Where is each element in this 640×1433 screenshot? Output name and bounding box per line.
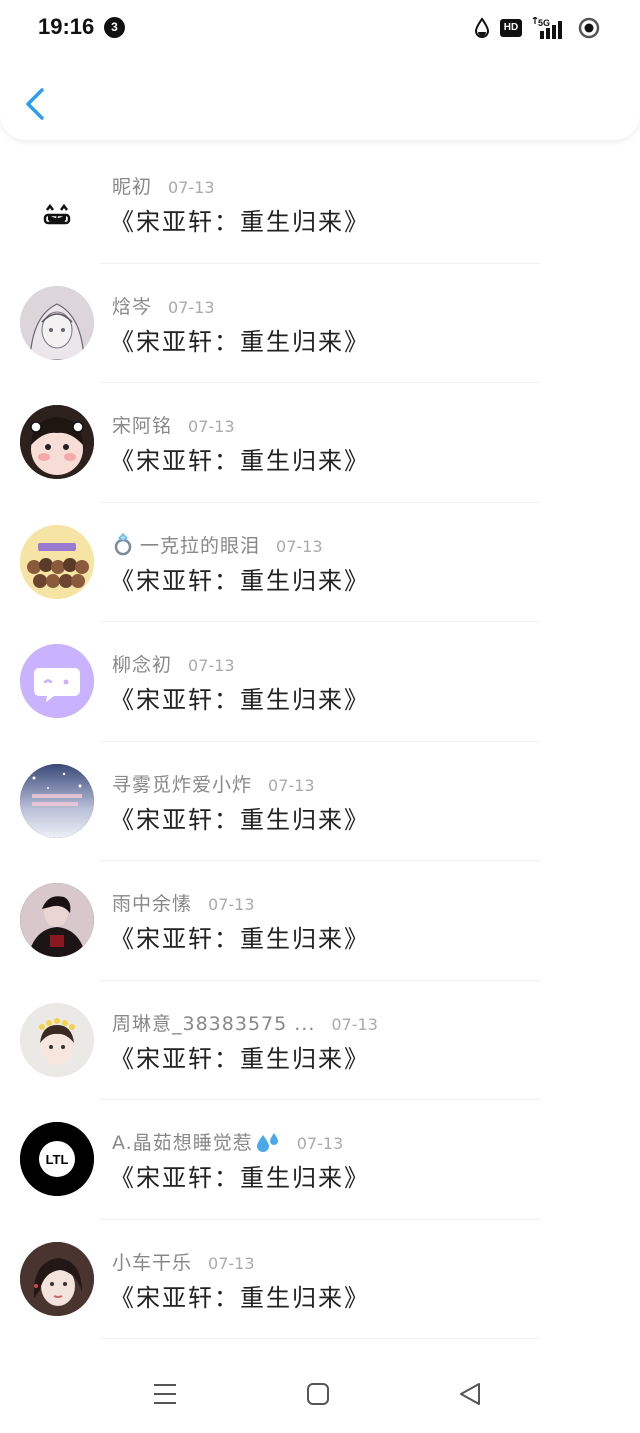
status-time: 19:16 — [38, 14, 95, 39]
list-item[interactable]: 小车干乐 07-13 《宋亚轩：重生归来》 — [0, 1220, 640, 1339]
hd-badge: HD — [500, 19, 522, 37]
sender-line: 寻雾觅炸爱小炸 07-13 — [112, 770, 315, 797]
sender-line: 昵初 07-13 — [112, 172, 215, 199]
message-date: 07-13 — [168, 297, 215, 317]
list-item[interactable]: LTL A.晶茹想睡觉惹 07-13 《宋亚轩：重生归来》 — [0, 1100, 640, 1220]
message-text: 《宋亚轩：重生归来》 — [110, 1164, 370, 1192]
group-cartoon-image — [20, 524, 94, 599]
avatar[interactable] — [20, 644, 94, 718]
message-date: 07-13 — [331, 1014, 378, 1034]
sender-line: 周琳意_38383575 ... 07-13 — [112, 1009, 378, 1036]
menu-icon — [154, 1384, 176, 1404]
message-date: 07-13 — [168, 178, 215, 197]
sender-name: 柳念初 — [112, 654, 173, 676]
message-text: 《宋亚轩：重生归来》 — [110, 447, 370, 475]
message-date: 07-13 — [188, 417, 235, 436]
list-item[interactable]: 寻雾觅炸爱小炸 07-13 《宋亚轩：重生归来》 — [0, 742, 640, 861]
list-item[interactable]: 周琳意_38383575 ... 07-13 《宋亚轩：重生归来》 — [0, 981, 640, 1100]
avatar[interactable] — [20, 883, 94, 957]
sender-name: 焓岑 — [112, 295, 153, 318]
avatar[interactable] — [20, 1241, 94, 1316]
avatar[interactable] — [20, 524, 94, 599]
sender-line: A.晶茹想睡觉惹 07-13 — [112, 1128, 343, 1155]
sender-name: A.晶茹想睡觉惹 — [112, 1132, 253, 1154]
sender-name: 昵初 — [112, 176, 153, 198]
sender-name: 宋阿铭 — [112, 415, 173, 437]
avatar[interactable] — [20, 763, 94, 838]
chevron-left-icon — [26, 88, 44, 120]
system-nav-bar — [0, 1350, 640, 1433]
avatar[interactable] — [20, 1002, 94, 1077]
sender-line: 焓岑 07-13 — [112, 292, 215, 319]
message-text: 《宋亚轩：重生归来》 — [110, 925, 370, 953]
sketch-girl-image — [20, 285, 94, 360]
status-icons: HD 5G — [474, 14, 600, 42]
list-item[interactable]: 昵初 07-13 《宋亚轩：重生归来》 — [0, 144, 640, 264]
message-text: 《宋亚轩：重生归来》 — [110, 1283, 370, 1312]
message-text: 《宋亚轩：重生归来》 — [110, 686, 370, 714]
divider — [100, 1338, 540, 1339]
chat-bubble-icon — [20, 644, 94, 718]
list-item[interactable]: 焓岑 07-13 《宋亚轩：重生归来》 — [0, 264, 640, 383]
sweat-drops-icon — [256, 1133, 278, 1152]
list-item[interactable]: 柳念初 07-13 《宋亚轩：重生归来》 — [0, 622, 640, 742]
notification-count-badge: 3 — [104, 17, 125, 38]
girl-portrait-image — [20, 1241, 94, 1316]
back-button[interactable] — [20, 84, 52, 124]
sender-line: 柳念初 07-13 — [112, 650, 235, 677]
sender-line: 小车干乐 07-13 — [112, 1248, 255, 1275]
logo-text: LTL — [46, 1152, 69, 1167]
dark-person-image — [20, 883, 94, 957]
sender-name: 周琳意_38383575 ... — [112, 1012, 316, 1035]
message-text: 《宋亚轩：重生归来》 — [110, 1044, 370, 1073]
baby-face-image — [20, 405, 94, 479]
menu-button[interactable] — [150, 1380, 180, 1410]
top-bar: 19:16 3 HD 5G — [0, 0, 640, 140]
drop-icon — [474, 17, 490, 38]
sender-name: 寻雾觅炸爱小炸 — [112, 773, 253, 796]
record-icon — [578, 17, 600, 39]
sender-line: 雨中余愫 07-13 — [112, 889, 255, 916]
sender-name: 雨中余愫 — [112, 893, 193, 915]
message-text: 《宋亚轩：重生归来》 — [110, 566, 370, 595]
avatar[interactable] — [20, 166, 94, 240]
message-date: 07-13 — [208, 1253, 255, 1273]
list-item[interactable]: 一克拉的眼泪 07-13 《宋亚轩：重生归来》 — [0, 503, 640, 622]
avatar[interactable] — [20, 285, 94, 360]
message-date: 07-13 — [188, 656, 235, 675]
sender-line: 宋阿铭 07-13 — [112, 411, 235, 438]
message-text: 《宋亚轩：重生归来》 — [110, 327, 370, 356]
network-label: 5G — [538, 18, 550, 28]
home-square-icon — [307, 1383, 329, 1405]
ring-icon — [114, 532, 132, 555]
message-date: 07-13 — [208, 895, 255, 914]
message-date: 07-13 — [268, 775, 315, 795]
girl-flower-crown-image — [20, 1002, 94, 1077]
message-date: 07-13 — [296, 1134, 344, 1153]
message-list: 昵初 07-13 《宋亚轩：重生归来》 焓岑 07-13 《宋亚轩：重生归来》 — [0, 144, 640, 1339]
grin-face-icon — [43, 203, 71, 225]
list-item[interactable]: 宋阿铭 07-13 《宋亚轩：重生归来》 — [0, 383, 640, 503]
message-text: 《宋亚轩：重生归来》 — [110, 208, 370, 236]
triangle-back-icon — [460, 1383, 480, 1405]
avatar[interactable] — [20, 405, 94, 479]
home-button[interactable] — [303, 1380, 333, 1410]
ltl-logo-image: LTL — [20, 1122, 94, 1196]
night-sky-image — [20, 763, 94, 838]
message-text: 《宋亚轩：重生归来》 — [110, 805, 370, 834]
back-nav-button[interactable] — [455, 1380, 485, 1410]
message-date: 07-13 — [276, 536, 323, 556]
sender-name: 小车干乐 — [112, 1251, 193, 1274]
list-item[interactable]: 雨中余愫 07-13 《宋亚轩：重生归来》 — [0, 861, 640, 981]
sender-name: 一克拉的眼泪 — [140, 534, 261, 557]
sender-line: 一克拉的眼泪 07-13 — [112, 531, 323, 558]
signal-5g-icon: 5G — [532, 17, 562, 39]
avatar[interactable]: LTL — [20, 1122, 94, 1196]
